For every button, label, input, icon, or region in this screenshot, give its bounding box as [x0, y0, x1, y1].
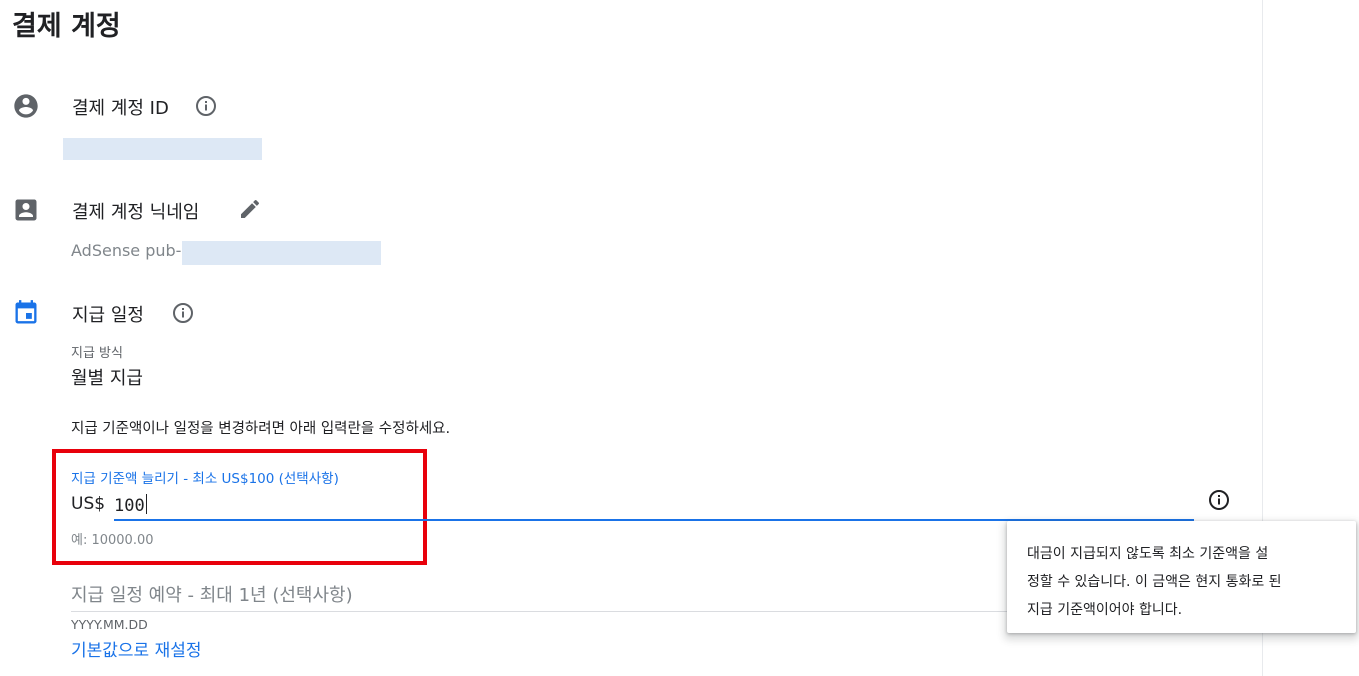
calendar-icon — [15, 300, 37, 324]
tooltip-line: 대금이 지급되지 않도록 최소 기준액을 설 — [1027, 546, 1269, 562]
threshold-tooltip: 대금이 지급되지 않도록 최소 기준액을 설 정할 수 있습니다. 이 금액은 … — [1007, 521, 1356, 633]
billing-account-page: 결제 계정 결제 계정 ID 결제 계정 닉네임 AdSense pub- 지급… — [0, 0, 1359, 676]
threshold-field-label: 지급 기준액 늘리기 - 최소 US$100 (선택사항) — [71, 471, 339, 487]
schedule-input-underline — [71, 611, 1016, 612]
payment-schedule-info-icon[interactable] — [171, 301, 195, 325]
text-caret — [145, 494, 147, 514]
payment-method-label: 지급 방식 — [71, 346, 123, 361]
threshold-help-icon[interactable] — [1207, 488, 1231, 512]
threshold-input-value: 100 — [114, 496, 145, 516]
change-hint-text: 지급 기준액이나 일정을 변경하려면 아래 입력란을 수정하세요. — [71, 421, 451, 437]
masked-account-id — [63, 138, 262, 160]
date-format-hint: YYYY.MM.DD — [71, 617, 148, 632]
page-title: 결제 계정 — [12, 11, 121, 42]
schedule-date-input[interactable]: 지급 일정 예약 - 최대 1년 (선택사항) — [71, 581, 353, 607]
account-id-info-icon[interactable] — [194, 94, 218, 118]
account-nickname-value: AdSense pub- — [71, 241, 182, 260]
payment-account-id-label: 결제 계정 ID — [72, 98, 169, 119]
reset-to-default-link[interactable]: 기본값으로 재설정 — [71, 636, 202, 661]
payment-schedule-label: 지급 일정 — [72, 305, 144, 326]
threshold-input[interactable]: 100 — [114, 494, 147, 516]
account-circle-icon — [14, 94, 38, 118]
masked-nickname — [182, 241, 381, 265]
tooltip-line: 지급 기준액이어야 합니다. — [1027, 602, 1183, 618]
currency-prefix: US$ — [71, 494, 106, 514]
tooltip-line: 정할 수 있습니다. 이 금액은 현지 통화로 된 — [1027, 574, 1282, 590]
contact-card-icon — [15, 199, 37, 221]
threshold-example: 예: 10000.00 — [71, 533, 154, 548]
pencil-icon[interactable] — [238, 197, 262, 221]
payment-method-value: 월별 지급 — [71, 368, 143, 389]
account-nickname-label: 결제 계정 닉네임 — [72, 202, 200, 223]
